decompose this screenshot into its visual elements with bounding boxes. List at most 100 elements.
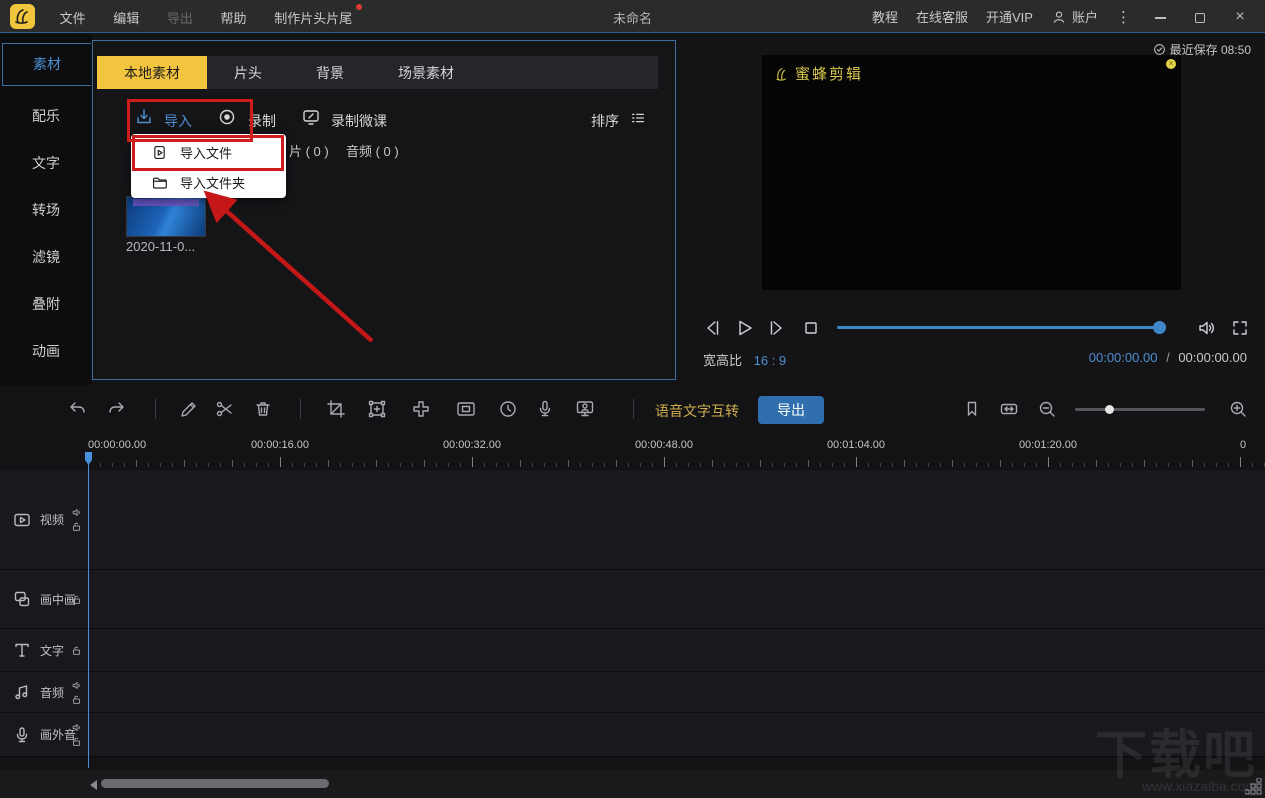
track-video[interactable]: 视频 <box>0 470 1265 570</box>
video-preview: 蜜蜂剪辑 × <box>762 55 1181 290</box>
delete-trash-icon[interactable] <box>252 398 274 420</box>
next-frame-button[interactable] <box>765 317 787 339</box>
track-lock-icon[interactable] <box>71 645 82 656</box>
redo-icon[interactable] <box>106 398 128 420</box>
ruler-label: 00:00:32.00 <box>442 439 502 451</box>
volume-icon[interactable] <box>1195 317 1217 339</box>
fit-timeline-icon[interactable] <box>998 398 1020 420</box>
ruler-label: 00:00:48.00 <box>634 439 694 451</box>
media-panel: 本地素材 片头 背景 场景素材 导入 录制 录制微课 排序 片 ( 0 ) 音频… <box>92 40 676 380</box>
media-thumbnail[interactable] <box>126 196 206 237</box>
more-menu-icon[interactable]: ⋮ <box>1116 8 1131 26</box>
track-lock-icon[interactable] <box>71 736 82 747</box>
zoom-in-icon[interactable] <box>1227 398 1249 420</box>
timeline-zoom-slider[interactable] <box>1075 405 1205 414</box>
tab-background[interactable]: 背景 <box>289 56 371 89</box>
beecut-watermark-label: 蜜蜂剪辑 <box>795 66 864 83</box>
speech-text-convert-button[interactable]: 语音文字互转 <box>655 401 739 421</box>
track-video-head: 视频 <box>0 470 88 569</box>
tab-scene-media[interactable]: 场景素材 <box>371 56 481 89</box>
sidebar-item-filter[interactable]: 滤镜 <box>0 247 92 267</box>
track-text-head: 文字 <box>0 629 88 671</box>
zoom-region-icon[interactable] <box>366 398 388 420</box>
track-pip-head: 画中画 <box>0 570 88 628</box>
folder-icon <box>151 174 168 191</box>
undo-icon[interactable] <box>66 398 88 420</box>
sidebar-item-music[interactable]: 配乐 <box>0 106 92 126</box>
seek-handle[interactable] <box>1153 321 1166 334</box>
timeline-ruler[interactable]: 00:00:00.00 00:00:16.00 00:00:32.00 00:0… <box>0 435 1265 470</box>
record-lesson-icon[interactable] <box>301 107 321 127</box>
aspect-ratio[interactable]: 宽高比 16 : 9 <box>703 350 786 369</box>
sidebar-item-transition[interactable]: 转场 <box>0 200 92 220</box>
record-lesson-button[interactable]: 录制微课 <box>331 111 387 131</box>
tab-local-media[interactable]: 本地素材 <box>97 56 207 89</box>
video-track-icon <box>12 510 32 530</box>
tab-intro[interactable]: 片头 <box>207 56 289 89</box>
count-images-partial[interactable]: 片 ( 0 ) <box>289 141 329 160</box>
account-link[interactable]: 账户 <box>1051 7 1098 26</box>
track-voiceover[interactable]: 画外音 <box>0 713 1265 757</box>
track-lock-icon[interactable] <box>71 694 82 705</box>
current-time: 00:00:00.00 <box>1088 350 1158 365</box>
watermark-close-icon[interactable]: × <box>1166 59 1176 69</box>
crop-icon[interactable] <box>325 398 347 420</box>
zoom-slider-handle[interactable] <box>1105 405 1114 414</box>
playhead-line <box>88 452 89 768</box>
sidebar-item-animation[interactable]: 动画 <box>0 341 92 361</box>
track-pip[interactable]: 画中画 <box>0 570 1265 629</box>
track-audio[interactable]: 音频 <box>0 672 1265 713</box>
horizontal-scrollbar-thumb[interactable] <box>101 779 329 788</box>
fullscreen-icon[interactable] <box>1229 317 1251 339</box>
tutorial-link[interactable]: 教程 <box>872 7 898 26</box>
maximize-button[interactable] <box>1189 9 1211 25</box>
sidebar-item-media[interactable]: 素材 <box>2 43 91 86</box>
close-button[interactable]: × <box>1229 8 1251 26</box>
track-text[interactable]: 文字 <box>0 629 1265 672</box>
minimize-button[interactable] <box>1149 9 1171 25</box>
export-button[interactable]: 导出 <box>758 396 824 424</box>
presenter-icon[interactable] <box>574 398 596 420</box>
sidebar-item-overlay[interactable]: 叠附 <box>0 294 92 314</box>
sidebar-item-text[interactable]: 文字 <box>0 153 92 173</box>
track-mute-icon[interactable] <box>71 722 82 733</box>
cut-scissors-icon[interactable] <box>214 398 236 420</box>
dropdown-import-folder-label: 导入文件夹 <box>180 175 246 191</box>
marker-flag-icon[interactable] <box>961 398 983 420</box>
support-link[interactable]: 在线客服 <box>916 7 968 26</box>
sort-list-icon[interactable] <box>629 109 647 127</box>
audio-track-icon <box>12 682 32 702</box>
track-lock-icon[interactable] <box>71 521 82 532</box>
scroll-left-arrow[interactable] <box>90 780 97 790</box>
ruler-label: 00:00:16.00 <box>250 439 310 451</box>
menubar: 文件 编辑 导出 帮助 制作片头片尾 未命名 教程 在线客服 开通VIP 账户 … <box>0 0 1265 33</box>
edit-pencil-icon[interactable] <box>178 398 200 420</box>
ruler-label-partial: 0 <box>1240 439 1247 451</box>
pip-icon[interactable] <box>455 398 477 420</box>
toolbar-divider <box>155 399 156 419</box>
voiceover-track-icon <box>12 725 32 745</box>
stop-button[interactable] <box>800 317 822 339</box>
sort-button[interactable]: 排序 <box>591 111 619 131</box>
voiceover-mic-icon[interactable] <box>534 398 556 420</box>
toolbar-divider <box>300 399 301 419</box>
vip-link[interactable]: 开通VIP <box>986 7 1033 26</box>
count-audio[interactable]: 音频 ( 0 ) <box>346 141 399 160</box>
duration-clock-icon[interactable] <box>497 398 519 420</box>
ruler-ticks <box>88 457 1265 467</box>
aspect-label: 宽高比 <box>703 353 743 368</box>
saved-status-label: 最近保存 08:50 <box>1169 43 1251 57</box>
track-lock-icon[interactable] <box>71 594 82 605</box>
previous-frame-button[interactable] <box>702 317 724 339</box>
pip-track-icon <box>12 589 32 609</box>
track-mute-icon[interactable] <box>71 507 82 518</box>
preview-seek-slider[interactable] <box>837 321 1166 334</box>
beecut-window: 文件 编辑 导出 帮助 制作片头片尾 未命名 教程 在线客服 开通VIP 账户 … <box>0 0 1265 798</box>
play-button[interactable] <box>733 317 755 339</box>
track-mute-icon[interactable] <box>71 680 82 691</box>
pixel-grid-icon <box>1244 777 1263 796</box>
zoom-out-icon[interactable] <box>1036 398 1058 420</box>
mosaic-icon[interactable] <box>410 398 432 420</box>
track-audio-head: 音频 <box>0 672 88 712</box>
ruler-label: 00:01:04.00 <box>826 439 886 451</box>
